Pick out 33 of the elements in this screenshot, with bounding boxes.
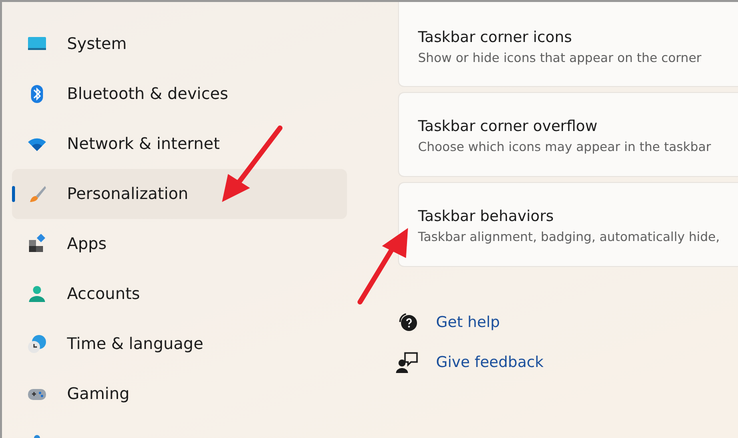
setting-title: Taskbar corner overflow (418, 116, 598, 137)
settings-card[interactable]: Taskbar corner overflow Choose which icons may appear in the taskbar (398, 92, 738, 177)
globe-clock-icon (27, 334, 47, 354)
sidebar-label: Network & internet (67, 133, 220, 155)
setting-description: Show or hide icons that appear on the corner (418, 48, 702, 67)
sidebar-item[interactable]: Network & internet (12, 119, 347, 169)
sidebar-label: Bluetooth & devices (67, 83, 228, 105)
sidebar-item[interactable]: System (12, 19, 347, 69)
sidebar-label: System (67, 33, 127, 55)
settings-card[interactable]: Taskbar behaviors Taskbar alignment, badging, automatically hide, (398, 182, 738, 267)
setting-title: Taskbar behaviors (418, 206, 555, 227)
sidebar-label: Apps (67, 233, 107, 255)
selection-indicator (12, 186, 15, 202)
feedback-link[interactable]: Give feedback (436, 350, 544, 374)
sidebar-label: Accounts (67, 283, 140, 305)
apps-icon (27, 234, 47, 254)
sidebar-item[interactable]: Time & language (12, 319, 347, 369)
settings-card[interactable]: Taskbar corner icons Show or hide icons that appear on the corner (398, 2, 738, 87)
sidebar-item[interactable]: Bluetooth & devices (12, 69, 347, 119)
sidebar-label: Personalization (67, 183, 188, 205)
setting-description: Choose which icons may appear in the taskbar (418, 138, 712, 156)
person-icon (27, 284, 47, 304)
sidebar-item[interactable]: Personalization (12, 169, 347, 219)
sidebar-label: Gaming (67, 383, 130, 405)
setting-description: Taskbar alignment, badging, automatically hide, (418, 228, 721, 246)
sidebar-item[interactable]: Gaming (12, 369, 347, 419)
sidebar-label: Time & language (67, 333, 204, 355)
setting-title: Taskbar corner icons (418, 27, 573, 48)
feedback-icon (396, 351, 418, 373)
help-link[interactable]: Get help (436, 310, 500, 334)
sidebar-item[interactable]: Accounts (12, 269, 347, 319)
sidebar-item[interactable]: Apps (12, 219, 347, 269)
paintbrush-icon (27, 184, 47, 204)
